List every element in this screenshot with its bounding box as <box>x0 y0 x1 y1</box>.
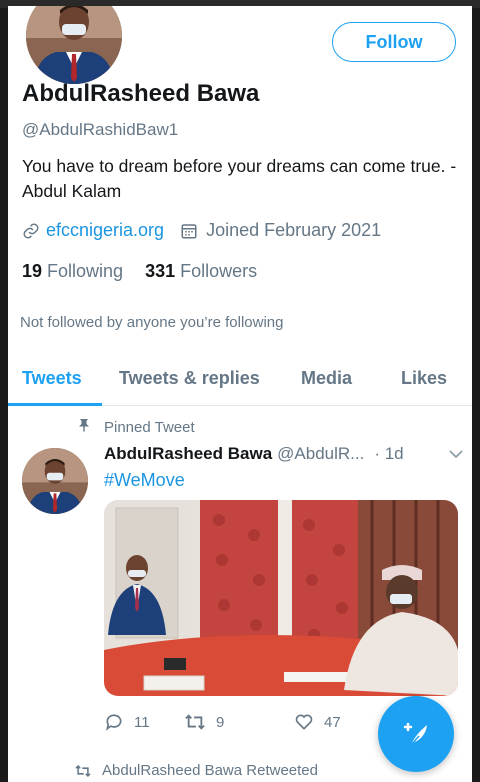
followers-count: 331 <box>145 261 176 281</box>
calendar-icon <box>180 222 198 240</box>
tweet-photo-image <box>104 500 458 696</box>
pinned-label: Pinned Tweet <box>104 418 195 436</box>
tab-tweets[interactable]: Tweets <box>22 368 82 389</box>
retweeted-indicator: AbdulRasheed Bawa Retweeted <box>74 762 318 779</box>
followers-label: Followers <box>180 261 258 281</box>
tweet-photo[interactable] <box>104 500 458 696</box>
retweet-icon <box>185 714 205 730</box>
tab-likes[interactable]: Likes <box>401 368 447 389</box>
tweet-author-name[interactable]: AbdulRasheed Bawa <box>104 444 272 464</box>
follow-button[interactable]: Follow <box>332 22 456 62</box>
following-stat[interactable]: 19 Following <box>22 261 123 282</box>
tweet-author-avatar[interactable] <box>22 448 88 514</box>
heart-icon <box>295 714 313 730</box>
tweet-text-hashtag[interactable]: #WeMove <box>104 470 185 491</box>
retweet-small-icon <box>75 764 91 777</box>
reply-action[interactable]: 11 <box>104 712 150 732</box>
following-label: Following <box>47 261 124 281</box>
not-followed-notice: Not followed by anyone you’re following <box>20 314 284 331</box>
link-icon <box>22 222 40 240</box>
tweet-author-handle[interactable]: @AbdulR... <box>277 444 364 464</box>
profile-joined-date: Joined February 2021 <box>206 220 382 240</box>
profile-screen: Follow AbdulRasheed Bawa @AbdulRashidBaw… <box>8 6 472 782</box>
following-count: 19 <box>22 261 43 281</box>
reply-count: 11 <box>134 713 150 731</box>
profile-handle: @AbdulRashidBaw1 <box>22 120 179 139</box>
retweet-count: 9 <box>216 713 225 731</box>
profile-tabs: Tweets Tweets & replies Media Likes <box>8 358 472 406</box>
profile-display-name: AbdulRasheed Bawa <box>22 80 260 107</box>
tweet-time[interactable]: · 1d <box>374 444 403 464</box>
tweet-actions: 11 9 47 <box>104 712 384 740</box>
chevron-down-icon[interactable] <box>448 446 464 467</box>
profile-stats: 19 Following 331 Followers <box>22 261 257 282</box>
pinned-indicator: Pinned Tweet <box>78 418 195 436</box>
profile-bio: You have to dream before your dreams can… <box>22 156 457 201</box>
like-count: 47 <box>324 713 341 731</box>
reply-icon <box>106 714 122 731</box>
avatar-photo <box>26 6 122 84</box>
tweet-avatar-photo <box>22 448 88 514</box>
followers-stat[interactable]: 331 Followers <box>145 261 257 282</box>
compose-feather-icon <box>403 722 427 746</box>
active-tab-indicator <box>8 403 102 406</box>
tweet-header: AbdulRasheed Bawa @AbdulR... · 1d <box>104 444 464 464</box>
retweet-action[interactable]: 9 <box>184 712 224 732</box>
profile-avatar[interactable] <box>22 6 126 88</box>
tab-tweets-and-replies[interactable]: Tweets & replies <box>119 368 260 389</box>
like-action[interactable]: 47 <box>294 712 341 732</box>
tab-media[interactable]: Media <box>301 368 352 389</box>
retweeted-label: AbdulRasheed Bawa Retweeted <box>102 762 318 779</box>
pin-icon <box>78 418 104 436</box>
profile-meta: efccnigeria.org Joined February 2021 <box>22 220 381 241</box>
compose-tweet-button[interactable] <box>378 696 454 772</box>
profile-website-link[interactable]: efccnigeria.org <box>46 220 164 241</box>
